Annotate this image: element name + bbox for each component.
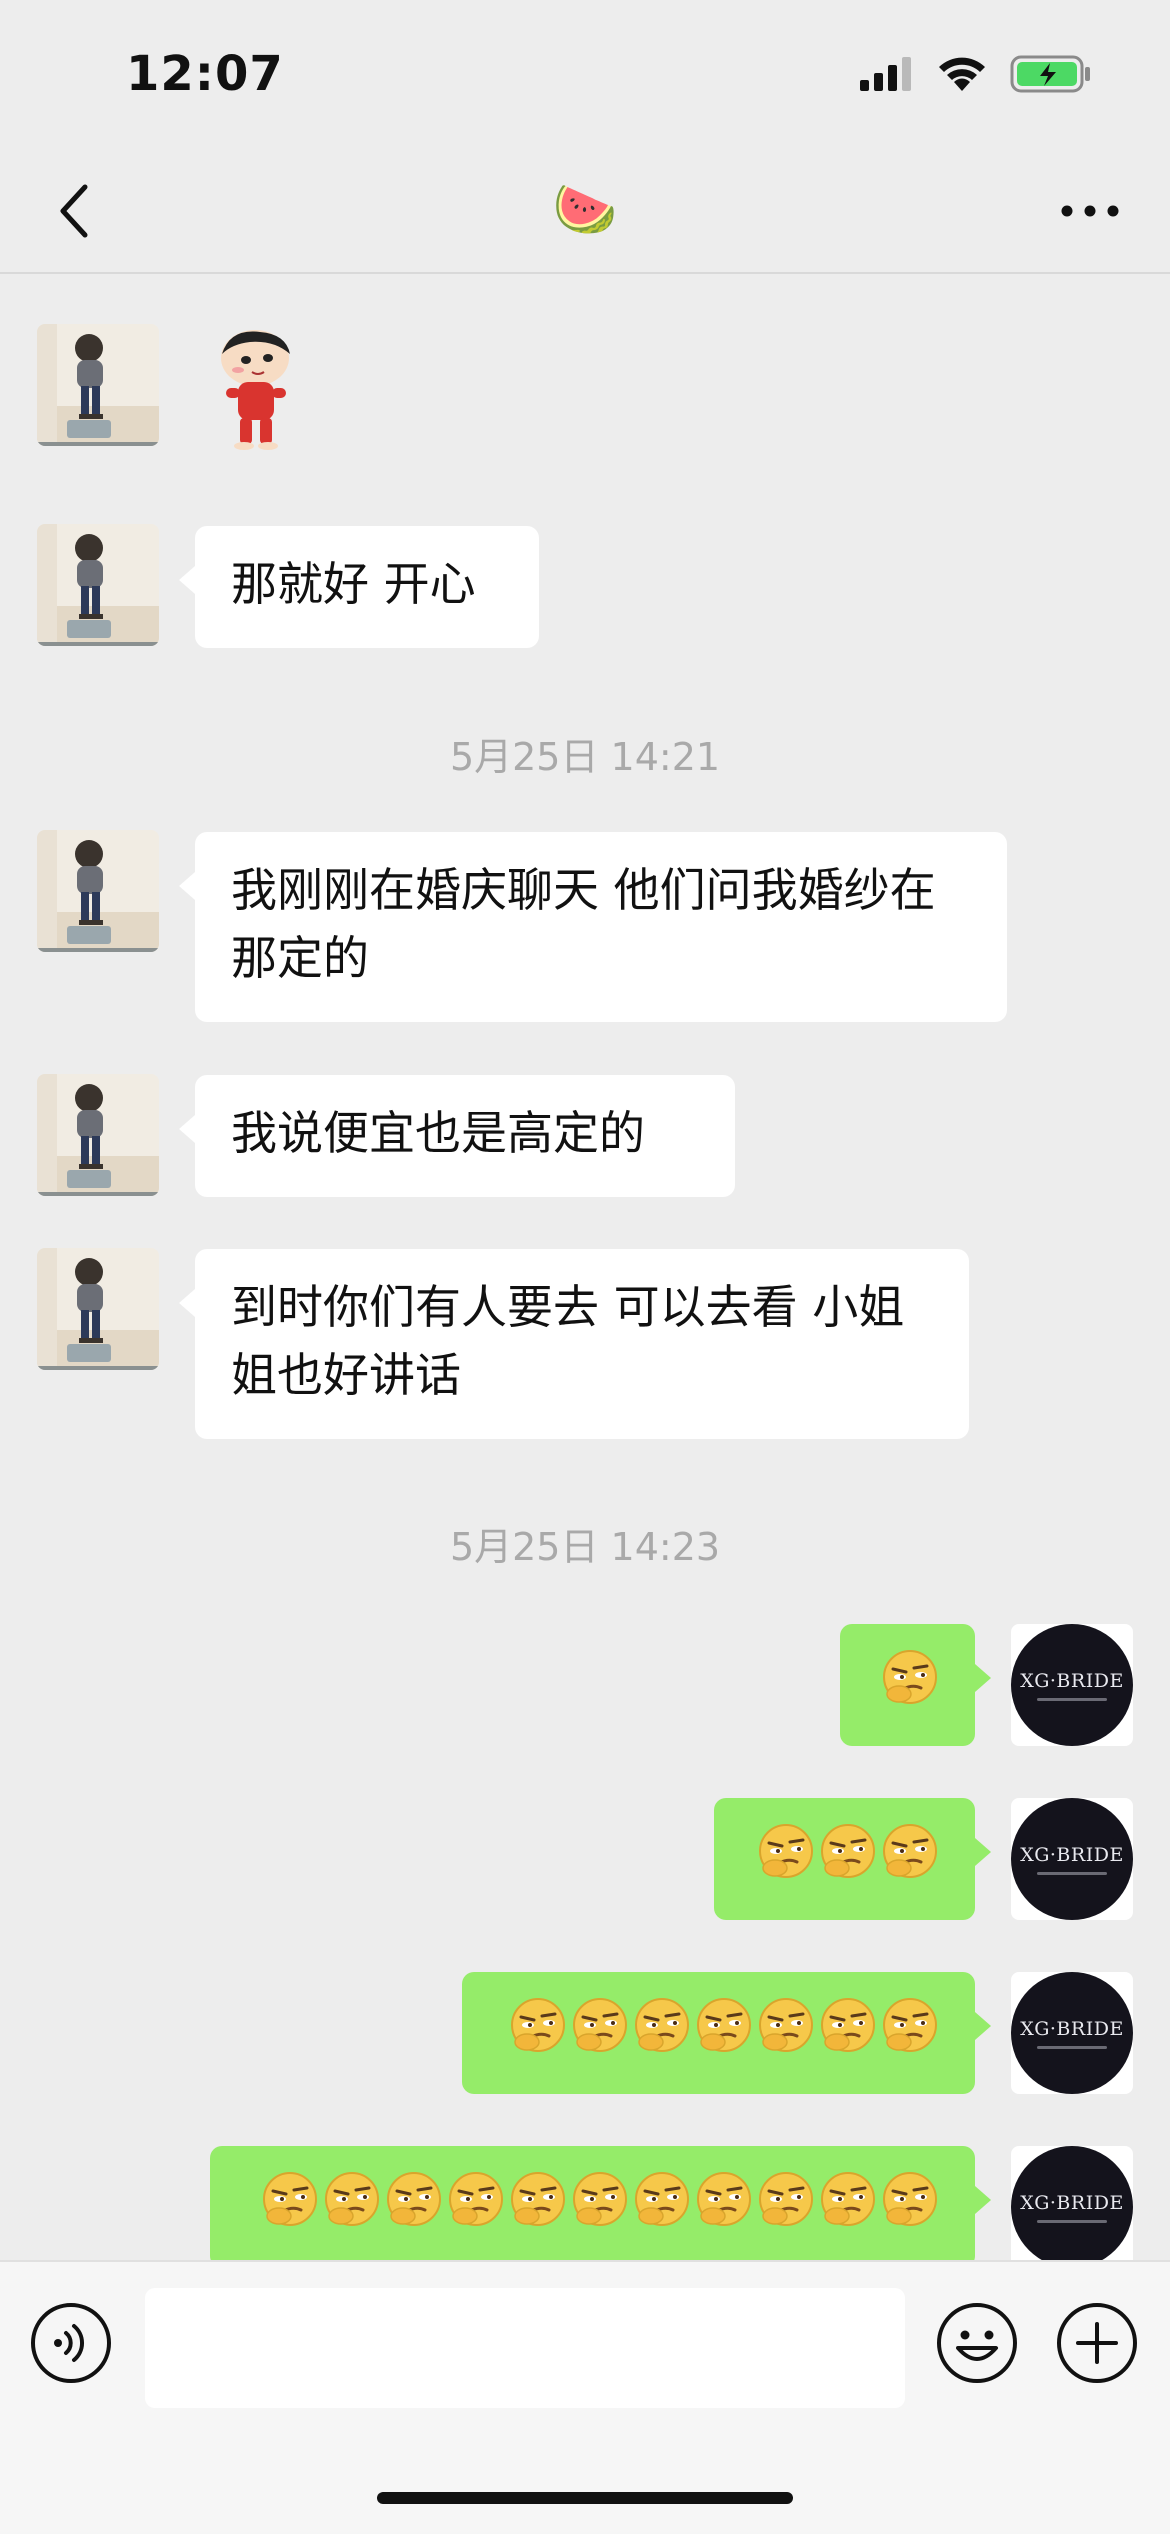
smirk-emoji-icon [633, 2170, 691, 2228]
message-text: 我说便宜也是高定的 [231, 1106, 645, 1160]
message-bubble-self[interactable] [462, 1972, 991, 2094]
smirk-emoji-icon [323, 2170, 381, 2228]
smirk-emoji-icon [695, 2170, 753, 2228]
chat-title: 🍉 [552, 180, 618, 240]
emoji-button[interactable] [936, 2302, 1018, 2384]
self-avatar[interactable]: XG·BRIDE [1011, 1972, 1133, 2094]
smirk-emoji-icon [819, 1822, 877, 1880]
nav-bar: 🍉 [0, 150, 1170, 274]
smirk-emoji-icon [447, 2170, 505, 2228]
plus-icon [1057, 2303, 1137, 2383]
emoji-icon [937, 2303, 1017, 2383]
smirk-emoji-icon [571, 2170, 629, 2228]
more-dots-icon [1061, 205, 1119, 217]
smirk-emoji-icon [881, 1822, 939, 1880]
smirk-emoji-icon [509, 2170, 567, 2228]
smirk-emoji-icon [633, 1996, 691, 2054]
status-icons [858, 54, 1092, 94]
contact-avatar[interactable] [37, 830, 159, 952]
message-bubble-self[interactable] [714, 1798, 991, 1920]
smirk-emoji-icon [881, 2170, 939, 2228]
contact-avatar[interactable] [37, 1248, 159, 1370]
smirk-emoji-icon [695, 1996, 753, 2054]
self-avatar[interactable]: XG·BRIDE [1011, 2146, 1133, 2260]
smirk-emoji-icon [819, 1996, 877, 2054]
plus-button[interactable] [1056, 2302, 1138, 2384]
contact-avatar[interactable] [37, 324, 159, 446]
message-bubble[interactable]: 我刚刚在婚庆聊天 他们问我婚纱在那定的 [179, 832, 1007, 1022]
sticker-shinchan[interactable] [200, 324, 310, 454]
smirk-emoji-icon [757, 2170, 815, 2228]
voice-icon [31, 2303, 111, 2383]
smirk-emoji-icon [881, 1996, 939, 2054]
brand-name: XG·BRIDE [1020, 1669, 1124, 1692]
message-bubble[interactable]: 我说便宜也是高定的 [179, 1075, 735, 1197]
home-indicator [377, 2492, 793, 2504]
brand-name: XG·BRIDE [1020, 2191, 1124, 2214]
contact-avatar[interactable] [37, 1074, 159, 1196]
timestamp: 5月25日 14:21 [449, 735, 721, 779]
input-bar [0, 2260, 1170, 2534]
status-bar: 12:07 [0, 0, 1170, 150]
message-bubble-self[interactable] [210, 2146, 991, 2260]
brand-name: XG·BRIDE [1020, 1843, 1124, 1866]
more-button[interactable] [1050, 176, 1130, 246]
message-bubble[interactable]: 到时你们有人要去 可以去看 小姐姐也好讲话 [179, 1249, 969, 1439]
contact-avatar[interactable] [37, 524, 159, 646]
smirk-emoji-icon [757, 1996, 815, 2054]
message-text: 我刚刚在婚庆聊天 他们问我婚纱在那定的 [231, 863, 936, 985]
smirk-emoji-icon [881, 1648, 939, 1706]
smirk-emoji-icon [261, 2170, 319, 2228]
voice-button[interactable] [30, 2302, 112, 2384]
smirk-emoji-icon [757, 1822, 815, 1880]
message-text: 那就好 开心 [231, 557, 476, 611]
signal-icon [860, 57, 911, 91]
message-input[interactable] [145, 2288, 905, 2408]
smirk-emoji-icon [385, 2170, 443, 2228]
smirk-emoji-icon [571, 1996, 629, 2054]
status-time: 12:07 [126, 46, 284, 102]
battery-icon [1010, 55, 1090, 93]
chat-messages: 那就好 开心 5月25日 14:21 我刚刚在婚庆聊天 他们问我婚纱在那定的 我… [0, 274, 1170, 2260]
smirk-emoji-icon [819, 2170, 877, 2228]
timestamp: 5月25日 14:23 [449, 1525, 721, 1569]
brand-name: XG·BRIDE [1020, 2017, 1124, 2040]
smirk-emoji-icon [509, 1996, 567, 2054]
wifi-icon [939, 57, 985, 91]
message-text: 到时你们有人要去 可以去看 小姐姐也好讲话 [231, 1280, 905, 1402]
self-avatar[interactable]: XG·BRIDE [1011, 1798, 1133, 1920]
message-bubble[interactable]: 那就好 开心 [179, 526, 539, 648]
self-avatar[interactable]: XG·BRIDE [1011, 1624, 1133, 1746]
message-bubble-self[interactable] [840, 1624, 991, 1746]
